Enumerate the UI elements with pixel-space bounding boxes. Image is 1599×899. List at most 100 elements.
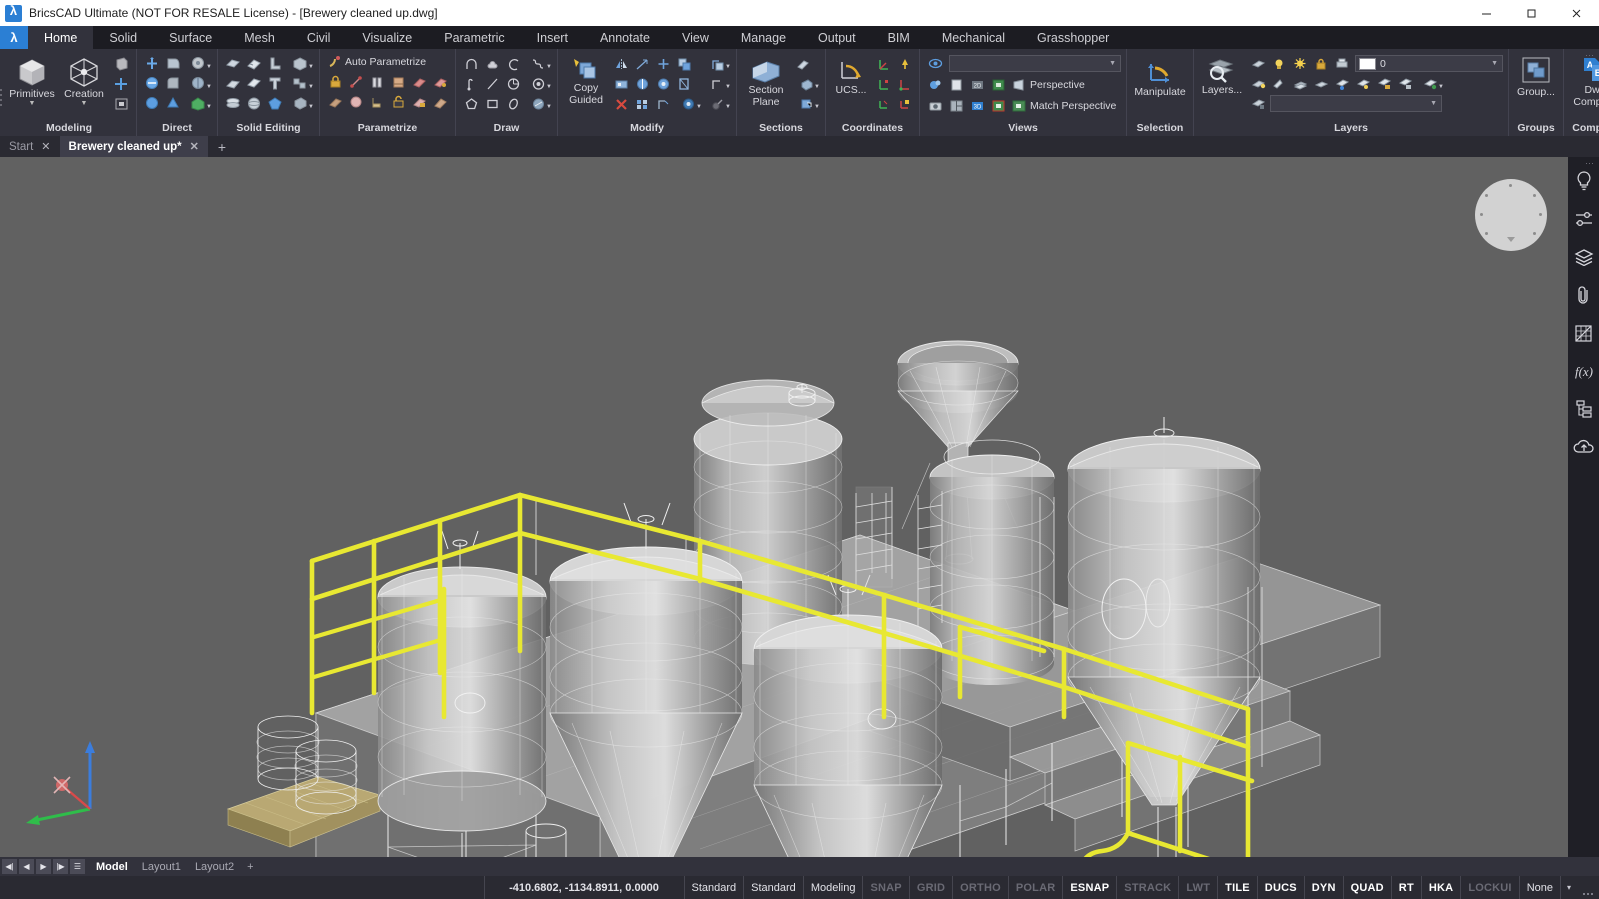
constraint-coincident-icon[interactable] (346, 72, 366, 91)
view-compass[interactable] (1475, 179, 1547, 251)
view-2d-wireframe-icon[interactable]: 2D (967, 75, 987, 94)
layer-filter-combo[interactable]: ▼ (1270, 95, 1442, 112)
se-stack-icon[interactable] (223, 94, 243, 113)
box-frame-icon[interactable] (111, 94, 131, 113)
layer-filter-icon[interactable] (1248, 94, 1268, 113)
constraint-parallel-icon[interactable] (367, 72, 387, 91)
layer-unlock-icon[interactable] (1395, 74, 1415, 93)
draw-revcloud-icon[interactable] (482, 54, 502, 73)
se-convert-icon[interactable]: ▼ (286, 94, 314, 113)
ribbon-tab-visualize[interactable]: Visualize (346, 26, 428, 49)
layout-tab-layout2[interactable]: Layout2 (188, 861, 241, 873)
status-bar-resize-grip[interactable] (1577, 876, 1599, 899)
layout-tab-layout1[interactable]: Layout1 (135, 861, 188, 873)
ribbon-tab-parametric[interactable]: Parametric (428, 26, 520, 49)
ribbon-tab-surface[interactable]: Surface (153, 26, 228, 49)
status-toggle-ducs[interactable]: DUCS (1257, 876, 1304, 899)
sheet-list-button[interactable]: ☰ (70, 859, 85, 874)
draw-helix-icon[interactable] (461, 74, 481, 93)
layer-delete-icon[interactable] (1311, 74, 1331, 93)
layer-make-current-icon[interactable] (1248, 74, 1268, 93)
rail-overflow-icon[interactable]: ⋯ (1585, 158, 1595, 169)
draw-line-icon[interactable] (482, 74, 502, 93)
dm-rotate-icon[interactable]: ▼ (184, 54, 212, 73)
status-toggle-snap[interactable]: SNAP (862, 876, 908, 899)
named-view-combo[interactable]: ▼ (949, 55, 1121, 72)
lightbulb-icon[interactable] (1572, 169, 1596, 193)
structure-tree-icon[interactable] (1572, 397, 1596, 421)
se-separate-icon[interactable] (223, 74, 243, 93)
current-layer-chevron-down-icon[interactable]: ▼ (1491, 60, 1498, 67)
dm-offset-icon[interactable] (142, 74, 162, 93)
ucs-named-icon[interactable] (873, 74, 893, 93)
ribbon-tab-bim[interactable]: BIM (872, 26, 926, 49)
ribbon-tab-grasshopper[interactable]: Grasshopper (1021, 26, 1125, 49)
view-camera-icon[interactable] (925, 96, 945, 115)
layer-lock-icon[interactable] (1311, 54, 1331, 73)
copy-guided-button[interactable]: Copy Guided (563, 54, 609, 106)
primitives-button[interactable]: Primitives ▼ (7, 54, 57, 107)
view-eye-icon[interactable] (925, 54, 945, 73)
extrude-icon[interactable] (111, 54, 131, 73)
first-layout-button[interactable]: ◀| (2, 859, 17, 874)
view-realistic-icon[interactable] (988, 75, 1008, 94)
add-layout-button[interactable]: + (241, 861, 259, 873)
layer-plot-icon[interactable] (1332, 54, 1352, 73)
status-toggle-grid[interactable]: GRID (909, 876, 952, 899)
modify-offset-icon[interactable]: ▼ (703, 74, 731, 93)
ribbon-tab-solid[interactable]: Solid (93, 26, 153, 49)
section-export-icon[interactable]: ▼ (792, 94, 820, 113)
modify-mirror-icon[interactable] (611, 54, 631, 73)
ribbon-tab-civil[interactable]: Civil (291, 26, 347, 49)
draw-ellipse-icon[interactable] (503, 94, 523, 113)
layer-states-icon[interactable]: ▼ (1416, 74, 1444, 93)
layer-set-icon[interactable] (1269, 74, 1289, 93)
layer-unisolate-icon[interactable] (1353, 74, 1373, 93)
ribbon-overflow-icon[interactable]: ⋯ (1585, 50, 1595, 61)
modify-delete-icon[interactable] (611, 94, 631, 113)
dm-push-pull-icon[interactable] (163, 54, 183, 73)
named-view-chevron-down-icon[interactable]: ▼ (1109, 60, 1116, 67)
constraint-lock-icon[interactable] (325, 72, 345, 91)
constraint-symmetric-icon[interactable] (325, 92, 345, 111)
draw-circle-arc-icon[interactable] (503, 54, 523, 73)
view-viewports-icon[interactable] (946, 96, 966, 115)
dim-style-cell[interactable]: Standard (743, 876, 803, 899)
ucs-button[interactable]: UCS... (831, 54, 871, 96)
constraint-delete-icon[interactable] (409, 92, 429, 111)
dm-subtract-icon[interactable] (163, 94, 183, 113)
se-blue-shape-icon[interactable] (265, 94, 285, 113)
manipulate-button[interactable]: Manipulate (1132, 54, 1188, 98)
status-toggle-esnap[interactable]: ESNAP (1062, 876, 1116, 899)
modify-move-icon[interactable] (653, 54, 673, 73)
dm-union-icon[interactable] (142, 94, 162, 113)
constraint-show-icon[interactable] (430, 92, 450, 111)
ucs-world-icon[interactable] (873, 54, 893, 73)
modify-fillet-icon[interactable]: ▼ (674, 94, 702, 113)
primitives-caret-icon[interactable]: ▼ (29, 100, 36, 107)
status-toggle-polar[interactable]: POLAR (1008, 876, 1063, 899)
status-toggle-strack[interactable]: STRACK (1116, 876, 1178, 899)
draw-arc-icon[interactable] (461, 54, 481, 73)
next-layout-button[interactable]: ▶ (36, 859, 51, 874)
application-menu-button[interactable]: λ (0, 26, 28, 49)
auto-parametrize-button[interactable]: Auto Parametrize (325, 54, 429, 69)
draw-pie-icon[interactable] (503, 74, 523, 93)
ucs-dynamic-icon[interactable] (894, 54, 914, 73)
modify-explode-icon[interactable] (611, 74, 631, 93)
drawing-viewport[interactable]: ⋯ f(x) (0, 157, 1599, 857)
layers-dialog-button[interactable]: Layers... (1199, 54, 1245, 96)
move-gizmo-icon[interactable] (111, 74, 131, 93)
view-3d-wireframe-icon[interactable]: 3D (967, 96, 987, 115)
cloud-upload-icon[interactable] (1572, 435, 1596, 459)
coordinates-readout[interactable]: -410.6802, -1134.8911, 0.0000 (484, 876, 684, 899)
match-perspective-toggle[interactable]: Match Perspective (1012, 100, 1116, 112)
view-render-icon[interactable] (988, 96, 1008, 115)
annotation-scale-chevron-down-icon[interactable]: ▾ (1560, 876, 1577, 899)
document-tab-start[interactable]: Start ✕ (0, 136, 60, 157)
se-array-icon[interactable]: ▼ (286, 74, 314, 93)
dm-intersect-icon[interactable]: ▼ (184, 94, 212, 113)
dm-move-icon[interactable] (142, 54, 162, 73)
layer-previous-icon[interactable] (1248, 54, 1268, 73)
layout-tab-model[interactable]: Model (89, 861, 135, 873)
